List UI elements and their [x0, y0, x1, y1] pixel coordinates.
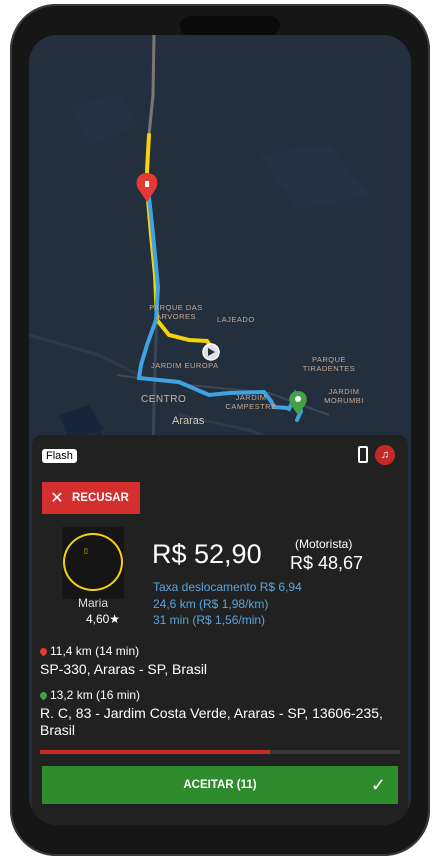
close-icon: ✕ [50, 490, 64, 507]
avatar-placeholder-icon: ▯ [84, 548, 88, 555]
map-label: PARQUE TIRADENTES [302, 355, 356, 373]
pickup-pin-icon [38, 646, 49, 657]
check-icon: ✓ [370, 775, 386, 795]
app-screen: PARQUE DAS ÁRVORES LAJEADO PARQUE TIRADE… [29, 35, 411, 825]
service-badge: Flash [42, 449, 77, 463]
car-position-icon [202, 343, 220, 361]
decline-button[interactable]: ✕ RECUSAR [42, 482, 140, 514]
phone-icon [358, 446, 368, 463]
avatar-ring [63, 533, 123, 591]
map-view[interactable]: PARQUE DAS ÁRVORES LAJEADO PARQUE TIRADE… [29, 35, 411, 447]
pickup-distance-row: 11,4 km (14 min) [38, 644, 140, 658]
destination-distance: 13,2 km (16 min) [50, 688, 141, 702]
destination-address: R. C, 83 - Jardim Costa Verde, Araras - … [40, 705, 383, 738]
driver-value: R$ 48,67 [290, 553, 364, 573]
map-label: JARDIM CAMPESTRE [225, 393, 277, 411]
map-label: Araras [172, 415, 205, 427]
distance-rate: 24,6 km (R$ 1,98/km) [153, 597, 269, 611]
decline-label: RECUSAR [72, 492, 129, 504]
displacement-fee: Taxa deslocamento R$ 6,94 [153, 580, 302, 594]
destination-pin-small-icon [38, 690, 49, 701]
accept-button[interactable]: ACEITAR (11) ✓ [42, 766, 398, 804]
map-label: JARDIM MORUMBI [324, 387, 364, 405]
countdown-fill [40, 750, 271, 754]
passenger-rating: 4,60★ [85, 612, 121, 626]
passenger-name: Maria [77, 596, 108, 610]
map-label: PARQUE DAS ÁRVORES [149, 303, 203, 321]
accept-label: ACEITAR (11) [183, 779, 257, 791]
countdown-bar [40, 750, 400, 754]
map-label: LAJEADO [217, 315, 255, 324]
fare-price: R$ 52,90 [152, 539, 262, 569]
no-music-icon: ♫ [375, 445, 395, 465]
map-label: CENTRO [141, 394, 187, 405]
pickup-distance: 11,4 km (14 min) [50, 644, 140, 658]
pickup-address: SP-330, Araras - SP, Brasil [40, 661, 208, 677]
phone-notch [180, 16, 280, 36]
time-rate: 31 min (R$ 1,56/min) [153, 613, 266, 627]
map-label: JARDIM EUROPA [151, 361, 219, 370]
avatar: ▯ [62, 527, 124, 599]
ride-request-panel: Flash ♫ ✕ RECUSAR ▯ Maria 4,60★ R$ 52,90… [32, 435, 408, 825]
map-canvas [29, 35, 411, 447]
driver-label: (Motorista) [295, 537, 353, 551]
destination-distance-row: 13,2 km (16 min) [38, 688, 141, 702]
